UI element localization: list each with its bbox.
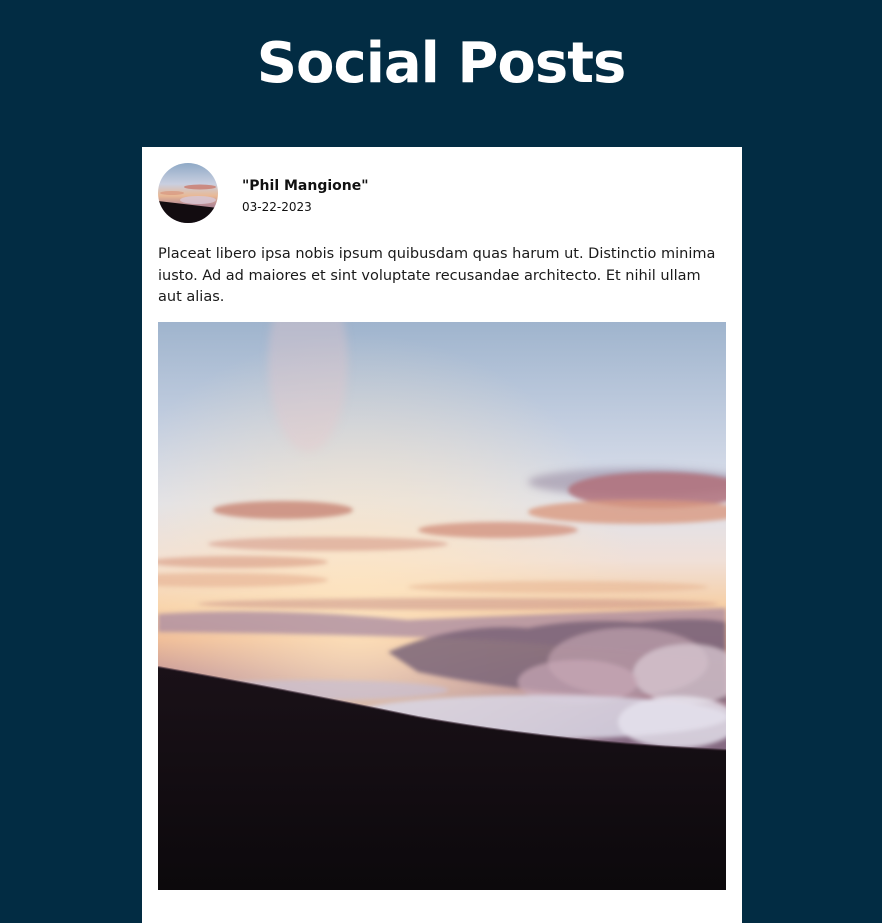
page-title: Social Posts — [256, 31, 627, 96]
sunset-clouds-image — [158, 322, 726, 890]
post-date: 03-22-2023 — [242, 200, 312, 214]
post-image[interactable] — [158, 322, 726, 890]
author-avatar[interactable] — [158, 163, 218, 223]
post-body-text: Placeat libero ipsa nobis ipsum quibusda… — [158, 246, 716, 305]
author-name[interactable]: "Phil Mangione" — [242, 178, 369, 194]
page: Social Posts "Phil Mangione" 03-22-2023 … — [0, 0, 882, 923]
avatar-sunset-image — [158, 163, 218, 223]
post-card: "Phil Mangione" 03-22-2023 Placeat liber… — [142, 147, 742, 923]
